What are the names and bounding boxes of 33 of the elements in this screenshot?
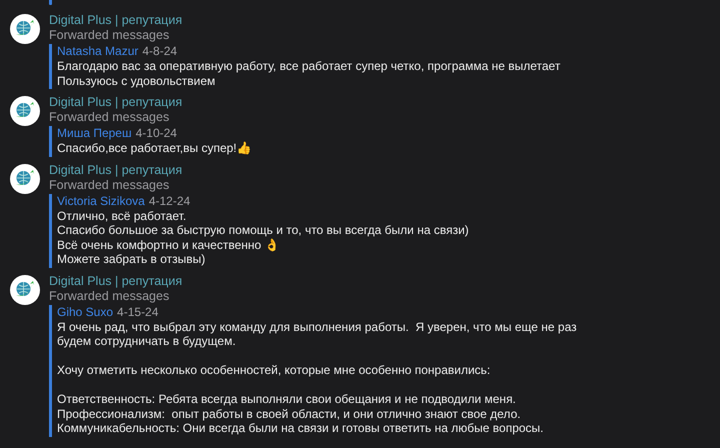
message-text: Хочу отметить несколько особенностей, которые мне особенно понравились: (57, 363, 490, 378)
sender-name[interactable]: Digital Plus | репутация (49, 162, 469, 178)
sender-name[interactable]: Digital Plus | репутация (49, 274, 577, 288)
message-text: Всё очень комфортно и качественно 👌 (57, 238, 280, 252)
author-name[interactable]: Миша Переш (57, 126, 132, 141)
message-text: будем сотрудничать в будущем. (57, 334, 236, 348)
message-text: Можете забрать в отзывы) (57, 252, 206, 266)
author-name[interactable]: Victoria Sizikova (57, 194, 145, 208)
message-date: 4-10-24 (136, 126, 177, 141)
avatar (10, 14, 40, 44)
message-text: Коммуникабельность: Они всегда были на связи и готовы ответить на любые вопросы. (57, 421, 544, 436)
sender-name[interactable]: Digital Plus | репутация (49, 13, 560, 28)
message-text: Ответственность: Ребята всегда выполняли свои обещания и не подводили меня. (57, 392, 516, 406)
avatar (10, 164, 40, 194)
message-text: Отлично, всё работает. (57, 208, 186, 223)
avatar (10, 96, 40, 126)
message-text: Профессионализм: опыт работы в своей области, и они отлично знают свое дело. (57, 406, 521, 421)
sender-name[interactable]: Digital Plus | репутация (49, 95, 252, 110)
message-text: Благодарю вас за оперативную работу, все работает супер четко, программа не вылетает (57, 59, 560, 74)
message-text: Спасибо,все работает,вы супер!👍 (57, 141, 252, 156)
author-name[interactable]: Natasha Mazur (57, 44, 138, 59)
forwarded-label: Forwarded messages (49, 110, 170, 125)
message-text: Я очень рад, что выбрал эту команду для выполнения работы. Я уверен, что мы еще не раз (57, 320, 577, 334)
avatar (10, 274, 40, 304)
forwarded-label: Forwarded messages (49, 28, 170, 43)
author-name[interactable]: Giho Suxo (57, 304, 114, 320)
message-date: 4-8-24 (142, 44, 178, 59)
message-date: 4-15-24 (117, 304, 158, 320)
forwarded-label: Forwarded messages (49, 288, 170, 304)
message-text: Пользуюсь с удовольствием (57, 74, 216, 88)
message-text: Спасибо большое за быструю помощь и то, что вы всегда были на связи) (57, 223, 469, 238)
forwarded-label: Forwarded messages (49, 178, 170, 192)
message-date: 4-12-24 (148, 194, 190, 208)
